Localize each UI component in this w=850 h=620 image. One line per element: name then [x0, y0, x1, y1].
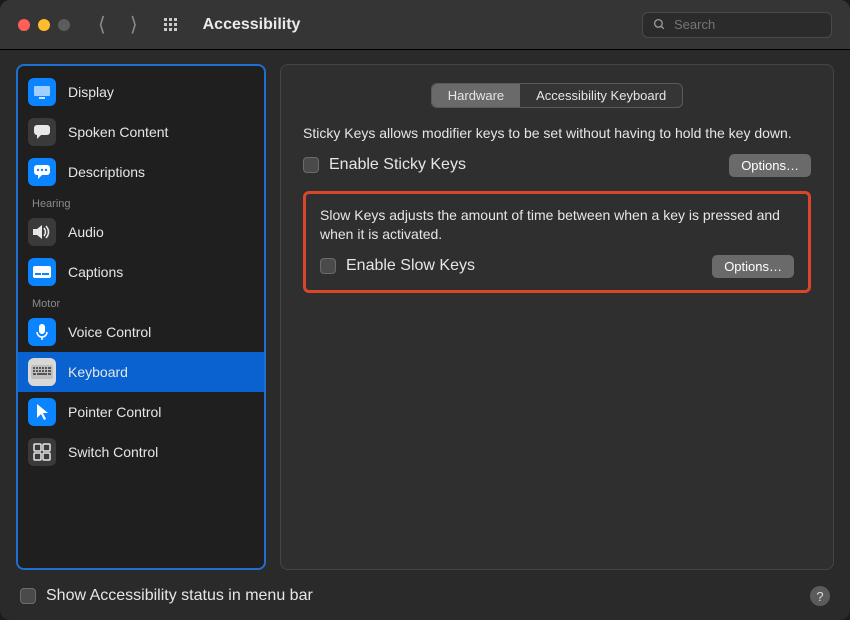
sidebar-item-spoken-content[interactable]: Spoken Content — [18, 112, 264, 152]
enable-slow-keys-label: Enable Slow Keys — [346, 257, 475, 275]
enable-sticky-keys-checkbox[interactable] — [303, 157, 319, 173]
enable-slow-keys-checkbox[interactable] — [320, 258, 336, 274]
sidebar-item-display[interactable]: Display — [18, 72, 264, 112]
minimize-window-button[interactable] — [38, 19, 50, 31]
sticky-keys-options-button[interactable]: Options… — [729, 154, 811, 177]
show-all-icon[interactable] — [164, 18, 177, 31]
section-motor-label: Motor — [18, 292, 264, 312]
show-status-checkbox[interactable] — [20, 588, 36, 604]
slow-keys-description: Slow Keys adjusts the amount of time bet… — [320, 206, 794, 245]
body: Display Spoken Content Descriptions Hear… — [0, 50, 850, 580]
sidebar-item-pointer-control[interactable]: Pointer Control — [18, 392, 264, 432]
sidebar-item-keyboard[interactable]: Keyboard — [18, 352, 264, 392]
section-hearing-label: Hearing — [18, 192, 264, 212]
sidebar-item-label: Switch Control — [68, 444, 158, 460]
slow-keys-options-button[interactable]: Options… — [712, 255, 794, 278]
sidebar-item-label: Voice Control — [68, 324, 151, 340]
help-button[interactable]: ? — [810, 586, 830, 606]
segmented-control: Hardware Accessibility Keyboard — [431, 83, 683, 108]
zoom-window-button[interactable] — [58, 19, 70, 31]
tab-hardware[interactable]: Hardware — [432, 84, 520, 107]
sticky-keys-description: Sticky Keys allows modifier keys to be s… — [303, 124, 811, 144]
back-button[interactable]: ⟨ — [98, 12, 106, 37]
titlebar: ⟨ ⟩ Accessibility — [0, 0, 850, 50]
search-input[interactable] — [674, 17, 821, 32]
keyboard-icon — [28, 358, 56, 386]
system-prefs-window: ⟨ ⟩ Accessibility Display — [0, 0, 850, 620]
sidebar-item-label: Spoken Content — [68, 124, 168, 140]
nav-buttons: ⟨ ⟩ — [98, 12, 138, 37]
sidebar-item-label: Pointer Control — [68, 404, 161, 420]
sidebar-item-captions[interactable]: Captions — [18, 252, 264, 292]
cursor-icon — [28, 398, 56, 426]
sidebar-item-label: Keyboard — [68, 364, 128, 380]
search-field[interactable] — [642, 12, 832, 38]
sidebar-item-audio[interactable]: Audio — [18, 212, 264, 252]
enable-sticky-keys-label: Enable Sticky Keys — [329, 156, 466, 174]
microphone-icon — [28, 318, 56, 346]
captions-icon — [28, 258, 56, 286]
show-status-label: Show Accessibility status in menu bar — [46, 587, 313, 605]
speech-bubble-icon — [28, 118, 56, 146]
speaker-icon — [28, 218, 56, 246]
switch-grid-icon — [28, 438, 56, 466]
sidebar-item-label: Descriptions — [68, 164, 145, 180]
sidebar-item-descriptions[interactable]: Descriptions — [18, 152, 264, 192]
sidebar-item-voice-control[interactable]: Voice Control — [18, 312, 264, 352]
page-title: Accessibility — [203, 16, 301, 34]
search-icon — [653, 18, 666, 31]
sidebar-item-label: Audio — [68, 224, 104, 240]
sidebar[interactable]: Display Spoken Content Descriptions Hear… — [16, 64, 266, 570]
descriptions-icon — [28, 158, 56, 186]
close-window-button[interactable] — [18, 19, 30, 31]
sticky-keys-section: Sticky Keys allows modifier keys to be s… — [303, 124, 811, 177]
sidebar-item-label: Display — [68, 84, 114, 100]
tab-accessibility-keyboard[interactable]: Accessibility Keyboard — [520, 84, 682, 107]
sidebar-item-label: Captions — [68, 264, 123, 280]
display-icon — [28, 78, 56, 106]
forward-button[interactable]: ⟩ — [130, 12, 138, 37]
footer: Show Accessibility status in menu bar ? — [0, 580, 850, 620]
slow-keys-highlight: Slow Keys adjusts the amount of time bet… — [303, 191, 811, 293]
traffic-lights — [18, 19, 70, 31]
content-panel: Hardware Accessibility Keyboard Sticky K… — [280, 64, 834, 570]
tabs: Hardware Accessibility Keyboard — [303, 83, 811, 108]
sidebar-item-switch-control[interactable]: Switch Control — [18, 432, 264, 472]
